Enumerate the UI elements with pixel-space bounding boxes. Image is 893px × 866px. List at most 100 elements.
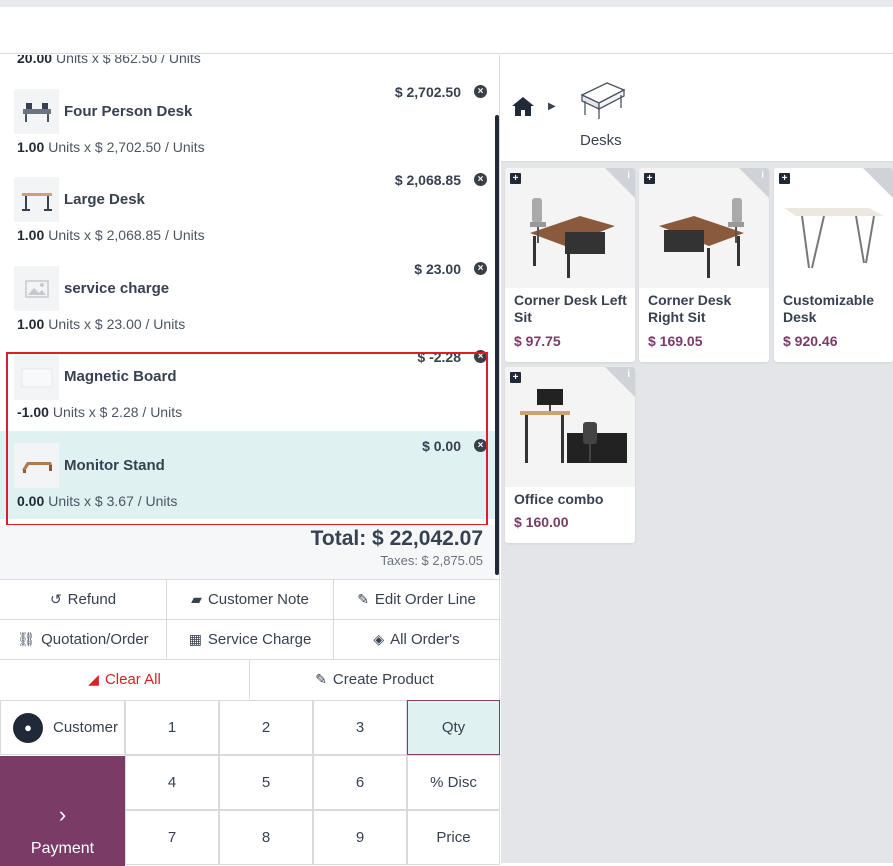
numpad: ● Customer › Payment 1 2 3 Qty 4 5 6 % D… <box>0 700 500 866</box>
top-strip <box>0 0 893 7</box>
numpad-key-7[interactable]: 7 <box>125 810 219 865</box>
product-name: Customizable Desk (Aluminiu… <box>783 292 875 325</box>
remove-line-icon[interactable]: × <box>474 350 487 363</box>
product-name: Corner Desk Right Sit <box>648 292 732 325</box>
info-icon[interactable]: i <box>627 170 630 181</box>
order-line[interactable]: Magnetic Board $ -2.28 × -1.00 Units x $ … <box>0 342 495 430</box>
order-pane: 20.00 Units x $ 862.50 / Units Four Perso… <box>0 55 500 866</box>
product-card[interactable]: + i Corner Desk Right Sit $ 169.05 <box>639 168 769 362</box>
numpad-key-qty[interactable]: Qty <box>407 700 500 755</box>
numpad-key-6[interactable]: 6 <box>313 755 407 810</box>
order-line-price: $ 2,068.85 <box>394 172 461 188</box>
order-line[interactable]: Large Desk $ 2,068.85 × 1.00 Units x $ 2,… <box>0 165 495 253</box>
order-line-price: $ -2.28 <box>417 349 461 365</box>
order-line-detail: Units x $ 862.50 / Units <box>56 55 201 66</box>
info-corner[interactable] <box>739 168 769 198</box>
top-navbar <box>0 7 893 54</box>
order-line-name: Magnetic Board <box>64 368 177 385</box>
image-placeholder-icon <box>14 266 59 311</box>
order-line-qtyinfo: -1.00 Units x $ 2.28 / Units <box>17 404 183 420</box>
home-icon[interactable] <box>511 95 535 123</box>
order-line-qtyinfo: 1.00 Units x $ 23.00 / Units <box>17 316 186 332</box>
tag-icon: ◈ <box>373 631 385 647</box>
order-line-name: Monitor Stand <box>64 457 165 474</box>
remove-line-icon[interactable]: × <box>474 439 487 452</box>
link-icon: ⛓ <box>17 631 36 647</box>
product-card[interactable]: + i Office combo $ 160.00 <box>505 367 635 543</box>
remove-line-icon[interactable]: × <box>474 85 487 98</box>
product-price: $ 169.05 <box>648 333 703 349</box>
edit-order-line-button[interactable]: ✎ Edit Order Line <box>334 579 500 619</box>
service-charge-button[interactable]: ▦ Service Charge <box>167 619 334 659</box>
info-icon[interactable]: i <box>627 369 630 380</box>
eraser-icon: ◢ <box>88 671 99 687</box>
info-corner[interactable] <box>605 367 635 397</box>
note-icon: ▰ <box>191 591 202 607</box>
info-corner[interactable] <box>863 168 893 198</box>
order-line-qtyinfo: 1.00 Units x $ 2,068.85 / Units <box>17 227 205 243</box>
order-total: Total: $ 22,042.07 <box>310 527 483 550</box>
order-line-price: $ 23.00 <box>414 261 461 277</box>
product-name: Office combo <box>514 491 604 507</box>
user-icon: ● <box>13 712 43 743</box>
create-product-button[interactable]: ✎ Create Product <box>250 659 500 699</box>
product-price: $ 160.00 <box>514 514 569 530</box>
numpad-key-5[interactable]: 5 <box>219 755 313 810</box>
undo-icon: ↺ <box>49 591 62 607</box>
order-line[interactable]: service charge $ 23.00 × 1.00 Units x $ 2… <box>0 253 495 341</box>
order-line-qtyinfo: 1.00 Units x $ 2,702.50 / Units <box>17 139 205 155</box>
remove-line-icon[interactable]: × <box>474 173 487 186</box>
monitor-stand-icon <box>14 443 59 488</box>
order-line-price: $ 0.00 <box>422 438 461 454</box>
order-line-price: $ 2,702.50 <box>394 84 461 100</box>
customer-note-button[interactable]: ▰ Customer Note <box>167 579 334 619</box>
info-icon[interactable]: i <box>761 170 764 181</box>
order-line-name: Four Person Desk <box>64 103 193 120</box>
numpad-key-3[interactable]: 3 <box>313 700 407 755</box>
calculator-icon: ▦ <box>188 631 202 647</box>
refund-button[interactable]: ↺ Refund <box>0 579 167 619</box>
order-scrollbar[interactable] <box>495 115 499 575</box>
order-line-name: Large Desk <box>64 191 145 208</box>
product-price: $ 920.46 <box>783 333 838 349</box>
numpad-key-price[interactable]: Price <box>407 810 500 865</box>
payment-button[interactable]: › Payment <box>0 756 125 866</box>
category-desks[interactable]: Desks <box>580 132 622 149</box>
numpad-key-9[interactable]: 9 <box>313 810 407 865</box>
remove-line-icon[interactable]: × <box>474 262 487 275</box>
numpad-key-4[interactable]: 4 <box>125 755 219 810</box>
product-pane: ▶ Desks + i Corner Desk Left Sit $ 97.75… <box>501 55 893 863</box>
numpad-key-1[interactable]: 1 <box>125 700 219 755</box>
order-line-selected[interactable]: Monitor Stand $ 0.00 × 0.00 Units x $ 3.6… <box>0 431 495 519</box>
add-icon[interactable]: + <box>644 173 655 184</box>
breadcrumb-caret-icon: ▶ <box>548 101 556 112</box>
edit-icon: ✎ <box>357 591 369 607</box>
clear-all-button[interactable]: ◢ Clear All <box>0 659 250 699</box>
chevron-right-icon: › <box>58 802 67 827</box>
product-name: Corner Desk Left Sit <box>514 292 627 325</box>
product-price: $ 97.75 <box>514 333 561 349</box>
desk-icon <box>14 89 59 134</box>
all-orders-button[interactable]: ◈ All Order's <box>334 619 500 659</box>
order-line-qtyinfo: 0.00 Units x $ 3.67 / Units <box>17 493 178 509</box>
numpad-key-8[interactable]: 8 <box>219 810 313 865</box>
order-lines-list[interactable]: 20.00 Units x $ 862.50 / Units Four Perso… <box>0 55 500 525</box>
quotation-order-button[interactable]: ⛓ Quotation/Order <box>0 619 167 659</box>
info-corner[interactable] <box>605 168 635 198</box>
desk-icon <box>14 177 59 222</box>
desk-category-icon[interactable] <box>577 75 627 120</box>
order-line[interactable]: Four Person Desk $ 2,702.50 × 1.00 Units … <box>0 77 495 165</box>
numpad-key-disc[interactable]: % Disc <box>407 755 500 810</box>
order-line-qty: 20.00 <box>17 55 53 66</box>
category-bar: ▶ Desks <box>501 55 893 162</box>
add-icon[interactable]: + <box>779 173 790 184</box>
add-icon[interactable]: + <box>510 173 521 184</box>
numpad-key-2[interactable]: 2 <box>219 700 313 755</box>
product-card[interactable]: + i Corner Desk Left Sit $ 97.75 <box>505 168 635 362</box>
edit-square-icon: ✎ <box>315 671 327 687</box>
product-card[interactable]: + Customizable Desk (Aluminiu… $ 920.46 <box>774 168 893 362</box>
customer-button[interactable]: ● Customer <box>0 700 125 755</box>
add-icon[interactable]: + <box>510 372 521 383</box>
order-line-name: service charge <box>64 280 170 297</box>
order-line-partial[interactable]: 20.00 Units x $ 862.50 / Units <box>17 55 201 66</box>
